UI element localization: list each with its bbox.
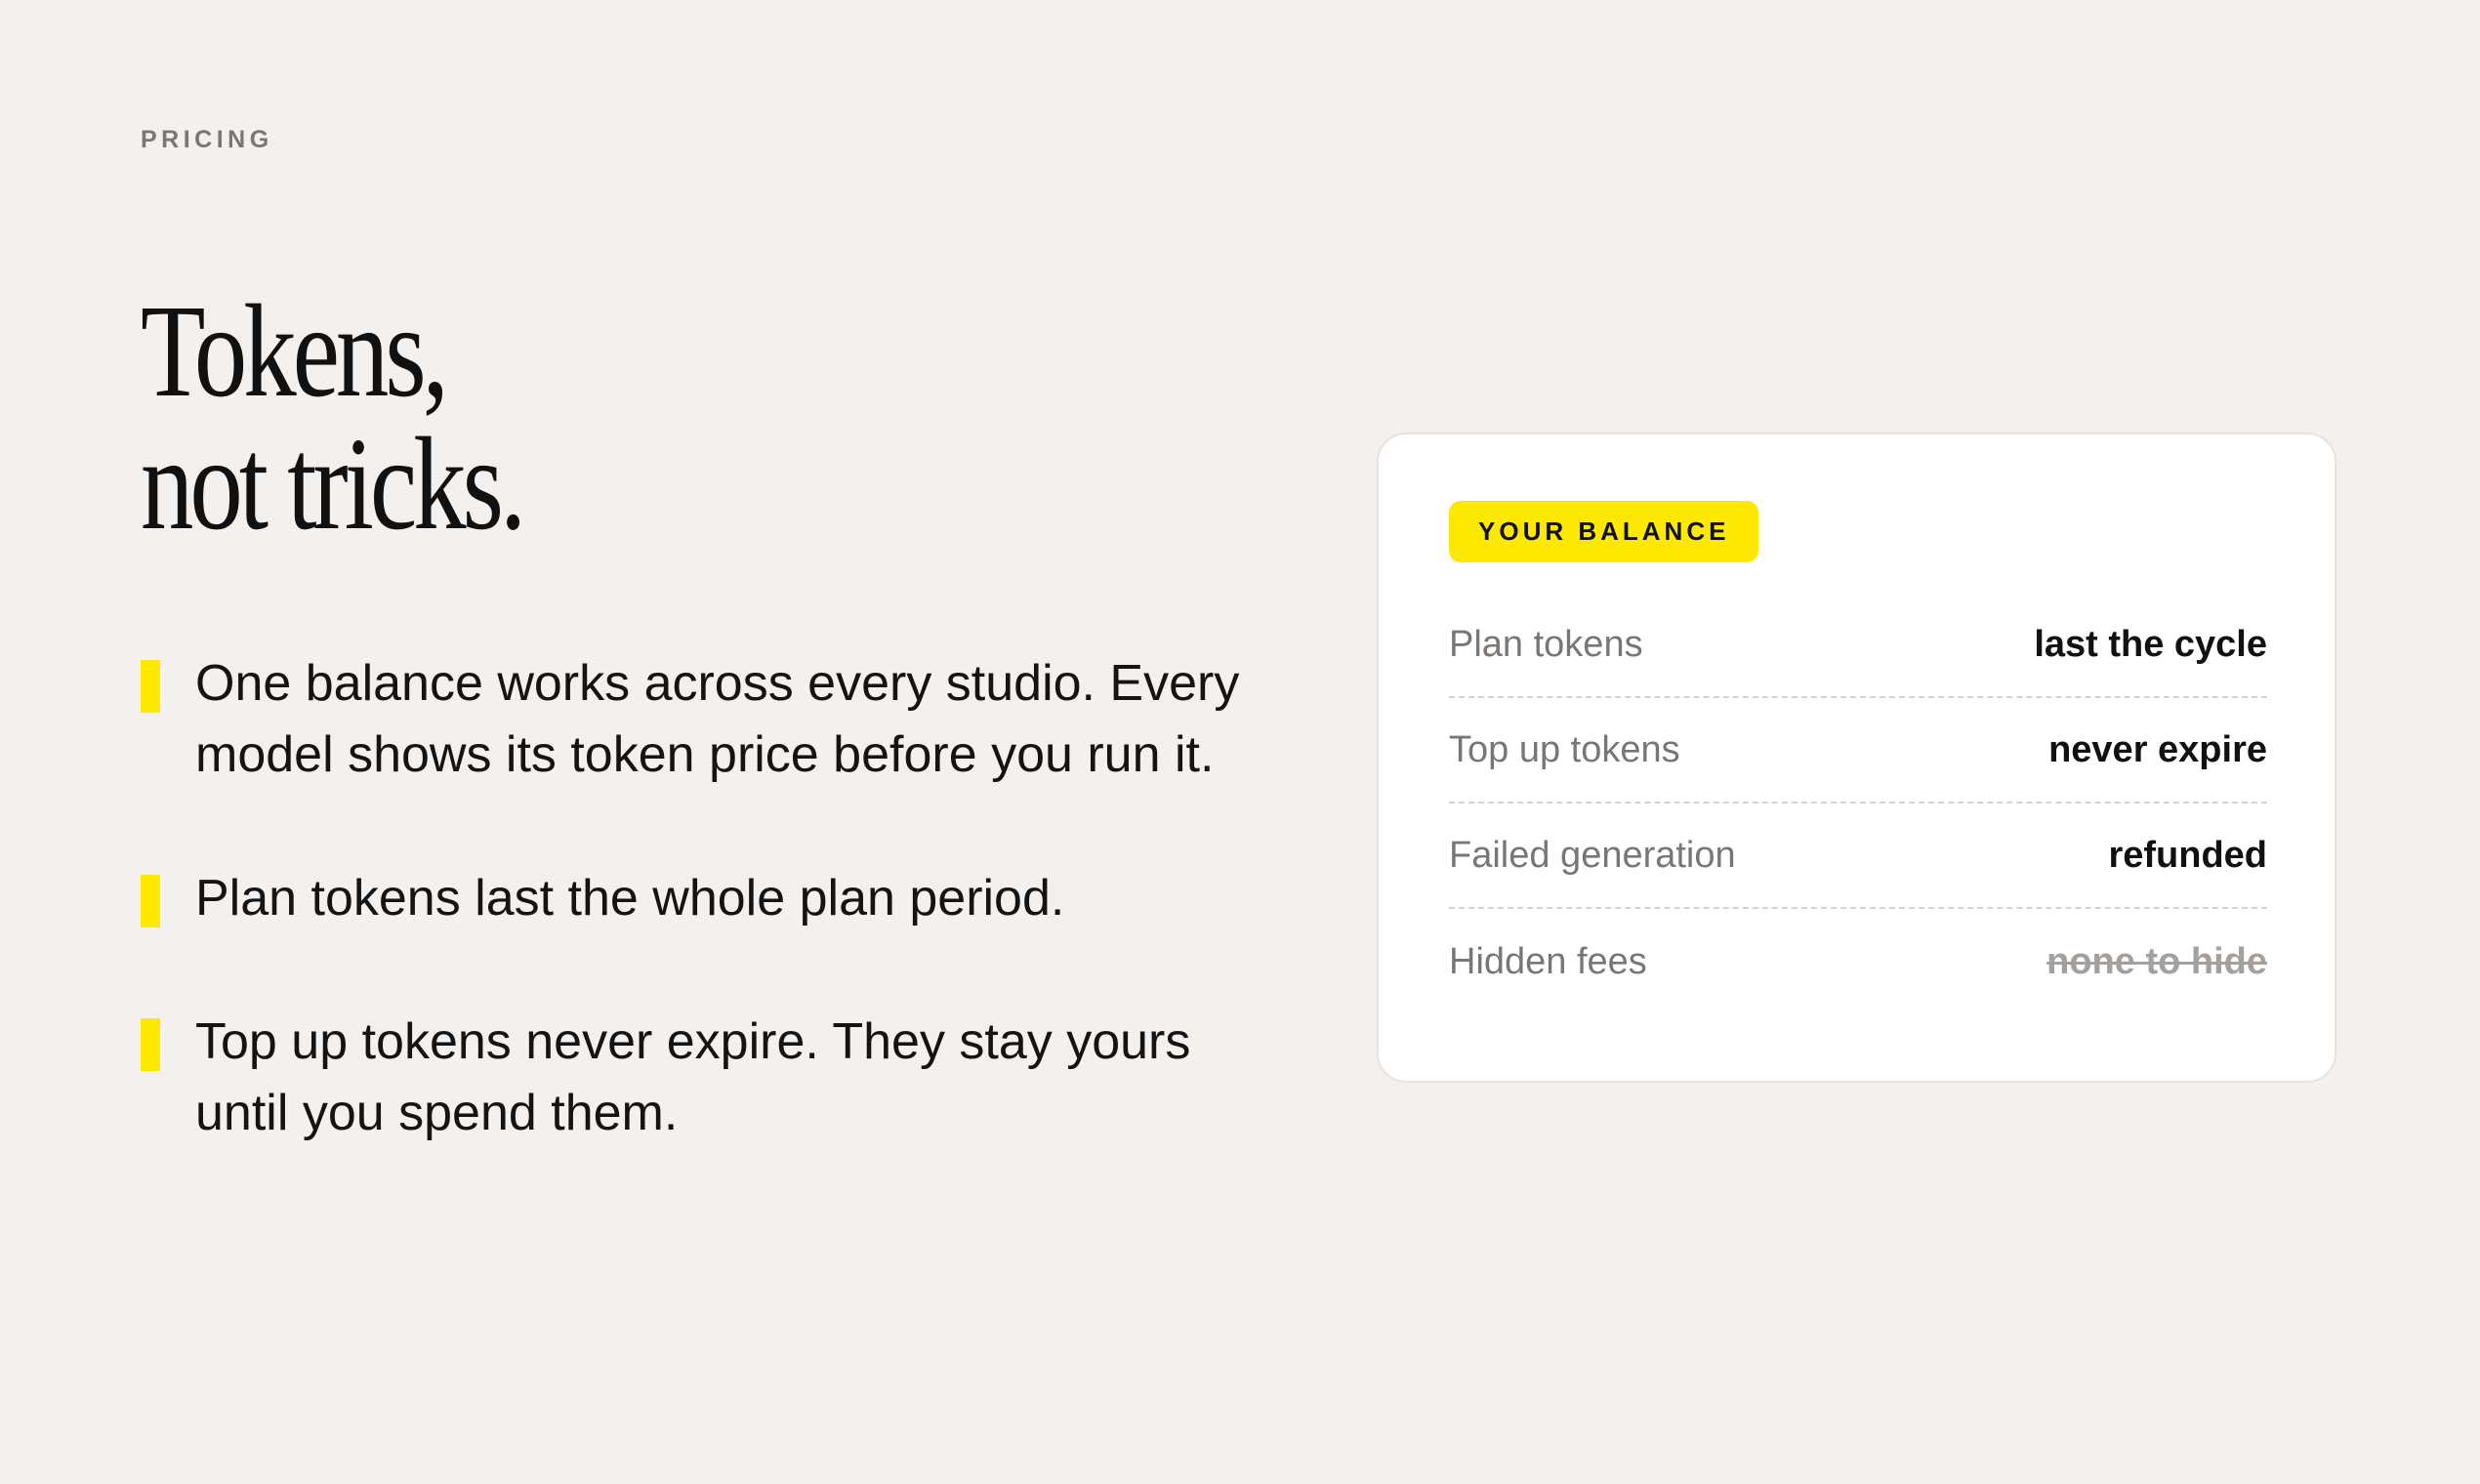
balance-row-plan-tokens: Plan tokens last the cycle [1449,593,2267,698]
balance-row-value: last the cycle [2034,623,2267,665]
yellow-bar-marker-icon [141,1018,160,1071]
balance-row-label: Failed generation [1449,834,1736,876]
feature-text: Plan tokens last the whole plan period. [195,870,1065,927]
yellow-bar-marker-icon [141,875,160,928]
balance-row-label: Top up tokens [1449,728,1680,770]
balance-row-value: refunded [2108,834,2267,876]
section-eyebrow: PRICING [141,126,273,153]
feature-text: One balance works across every studio. E… [195,655,1240,783]
your-balance-badge: YOUR BALANCE [1449,501,1759,562]
balance-row-failed-generation: Failed generation refunded [1449,804,2267,909]
feature-list: One balance works across every studio. E… [141,648,1244,1149]
feature-item: Top up tokens never expire. They stay yo… [141,1007,1244,1149]
balance-card: YOUR BALANCE Plan tokens last the cycle … [1377,433,2336,1083]
balance-row-label: Plan tokens [1449,623,1643,665]
feature-text: Top up tokens never expire. They stay yo… [195,1013,1191,1141]
headline-line-2: not tricks. [141,411,526,557]
balance-row-value-struck: none to hide [2046,940,2267,982]
balance-row-value: never expire [2048,728,2267,770]
balance-row-top-up-tokens: Top up tokens never expire [1449,698,2267,804]
balance-rows: Plan tokens last the cycle Top up tokens… [1449,593,2267,1014]
page-headline: Tokens, not tricks. [141,278,526,557]
feature-item: One balance works across every studio. E… [141,648,1244,791]
yellow-bar-marker-icon [141,660,160,713]
feature-item: Plan tokens last the whole plan period. [141,863,1244,934]
headline-line-1: Tokens, [141,278,449,425]
balance-row-hidden-fees: Hidden fees none to hide [1449,909,2267,1014]
balance-row-label: Hidden fees [1449,940,1647,982]
